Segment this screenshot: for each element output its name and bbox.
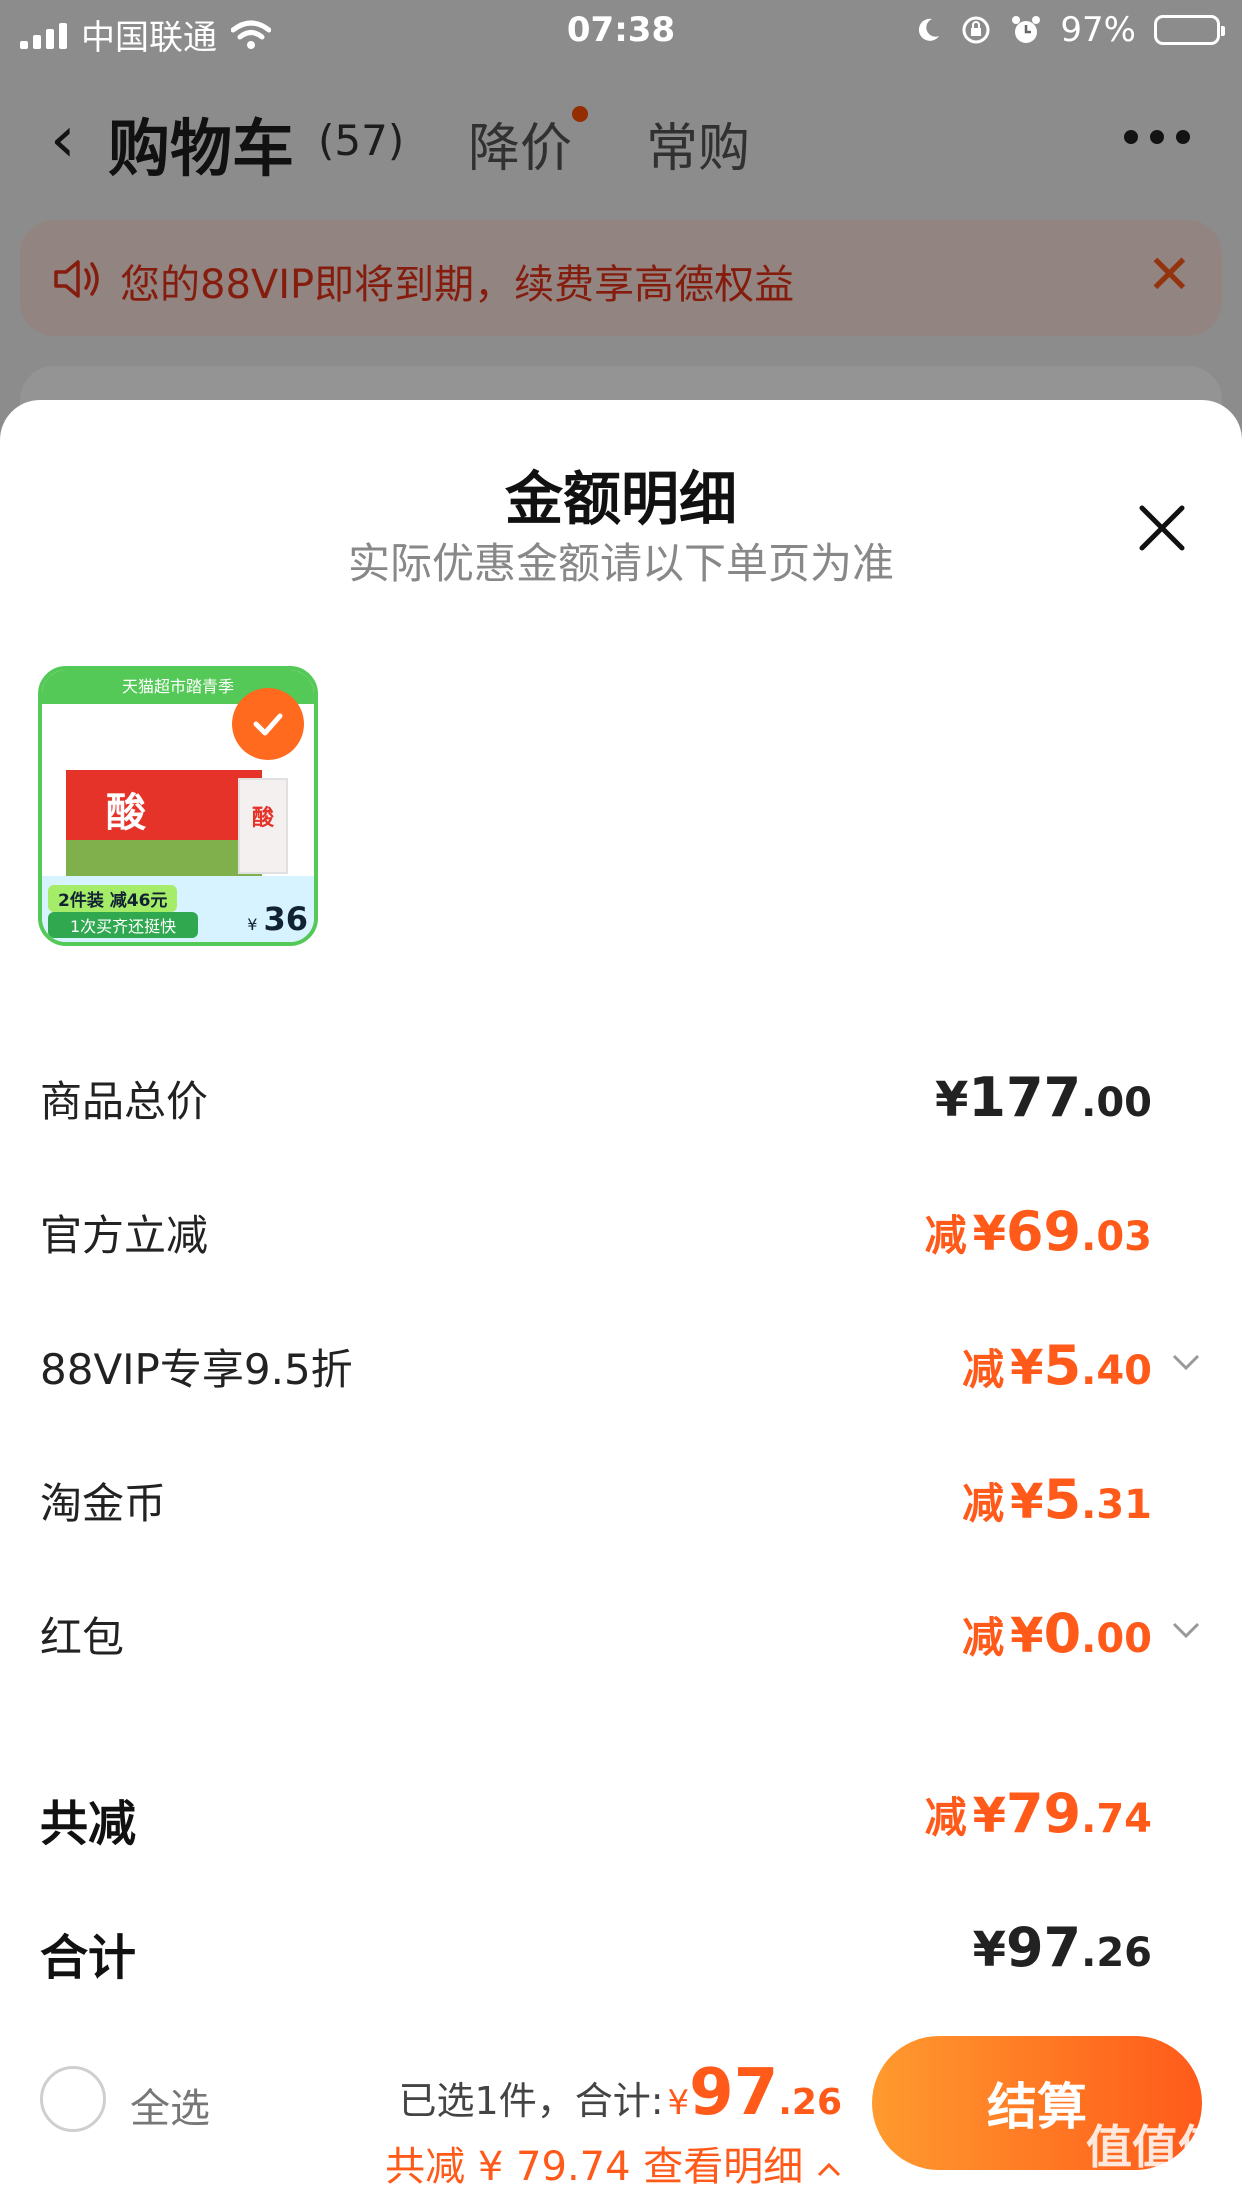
checkout-bar: 全选 已选1件，合计: ¥97.26 共减 ¥ 79.74 查看明细 结算 值值值… bbox=[0, 2016, 1242, 2208]
product-image: 酸 bbox=[66, 770, 262, 880]
row-label: 88VIP专享9.5折 bbox=[40, 1345, 353, 1394]
watermark: 值值值 zhizhizhi.com bbox=[1086, 2120, 1224, 2193]
row-official-discount: 官方立减 减 ¥69.03 bbox=[0, 1184, 1242, 1274]
row-amount: 减 ¥69.03 bbox=[924, 1200, 1152, 1263]
sheet-title: 金额明细 bbox=[504, 465, 737, 533]
chevron-down-icon[interactable] bbox=[1170, 1614, 1202, 1646]
row-88vip-discount[interactable]: 88VIP专享9.5折 减 ¥5.40 bbox=[0, 1318, 1242, 1408]
sheet-subtitle: 实际优惠金额请以下单页为准 bbox=[347, 539, 894, 588]
row-amount: ¥97.26 bbox=[972, 1916, 1152, 1979]
row-amount: 减 ¥5.31 bbox=[962, 1468, 1152, 1531]
row-label: 官方立减 bbox=[40, 1211, 209, 1260]
status-bar: 中国联通 07:38 97% bbox=[0, 0, 1242, 62]
row-taojinbi: 淘金币 减 ¥5.31 bbox=[0, 1452, 1242, 1542]
row-subtotal: 商品总价 ¥177.00 bbox=[0, 1050, 1242, 1140]
rotation-lock-icon bbox=[962, 16, 990, 44]
product-promo: 2件装 减46元 1次买齐还挺快 ¥36 bbox=[42, 876, 314, 942]
row-label: 淘金币 bbox=[40, 1479, 167, 1528]
row-label: 共减 bbox=[40, 1796, 137, 1852]
product-box-char: 酸 bbox=[251, 806, 274, 831]
amount-detail-sheet: 金额明细 实际优惠金额请以下单页为准 天猫超市踏青季 酸 酸 2件装 减46元 … bbox=[0, 400, 1242, 2208]
row-label: 红包 bbox=[40, 1613, 125, 1662]
status-right: 97% bbox=[914, 10, 1225, 50]
row-red-packet[interactable]: 红包 减 ¥0.00 bbox=[0, 1586, 1242, 1676]
product-brand-char: 酸 bbox=[106, 790, 146, 836]
select-all-label[interactable]: 全选 bbox=[130, 2076, 210, 2134]
chevron-down-icon[interactable] bbox=[1170, 1346, 1202, 1378]
promo-line-1: 2件装 减46元 bbox=[48, 885, 178, 912]
battery-icon bbox=[1154, 15, 1225, 45]
chevron-up-icon bbox=[817, 2162, 841, 2177]
row-amount: 减 ¥5.40 bbox=[962, 1334, 1152, 1397]
promo-line-2: 1次买齐还挺快 bbox=[48, 912, 199, 938]
moon-icon bbox=[919, 18, 940, 41]
product-box-image: 酸 bbox=[238, 778, 288, 874]
row-grand-total: 合计 ¥97.26 bbox=[0, 1900, 1242, 1990]
row-amount: ¥177.00 bbox=[935, 1066, 1152, 1129]
close-icon[interactable] bbox=[1130, 496, 1194, 560]
row-amount: 减 ¥79.74 bbox=[924, 1782, 1152, 1845]
product-price: ¥36 bbox=[247, 900, 308, 938]
dim-overlay[interactable] bbox=[0, 0, 1242, 460]
row-total-saved: 共减 减 ¥79.74 bbox=[0, 1766, 1242, 1856]
selected-check-icon[interactable] bbox=[232, 688, 304, 760]
row-label: 商品总价 bbox=[40, 1077, 209, 1126]
row-amount: 减 ¥0.00 bbox=[962, 1602, 1152, 1665]
view-details-link[interactable]: 共减 ¥ 79.74 查看明细 bbox=[385, 2134, 842, 2192]
row-label: 合计 bbox=[40, 1930, 137, 1986]
battery-percent: 97% bbox=[1060, 10, 1136, 50]
product-thumbnail[interactable]: 天猫超市踏青季 酸 酸 2件装 减46元 1次买齐还挺快 ¥36 bbox=[38, 666, 318, 946]
select-all-radio[interactable] bbox=[40, 2066, 106, 2132]
selected-summary: 已选1件，合计: ¥97.26 bbox=[398, 2056, 842, 2130]
alarm-icon bbox=[1012, 16, 1041, 43]
